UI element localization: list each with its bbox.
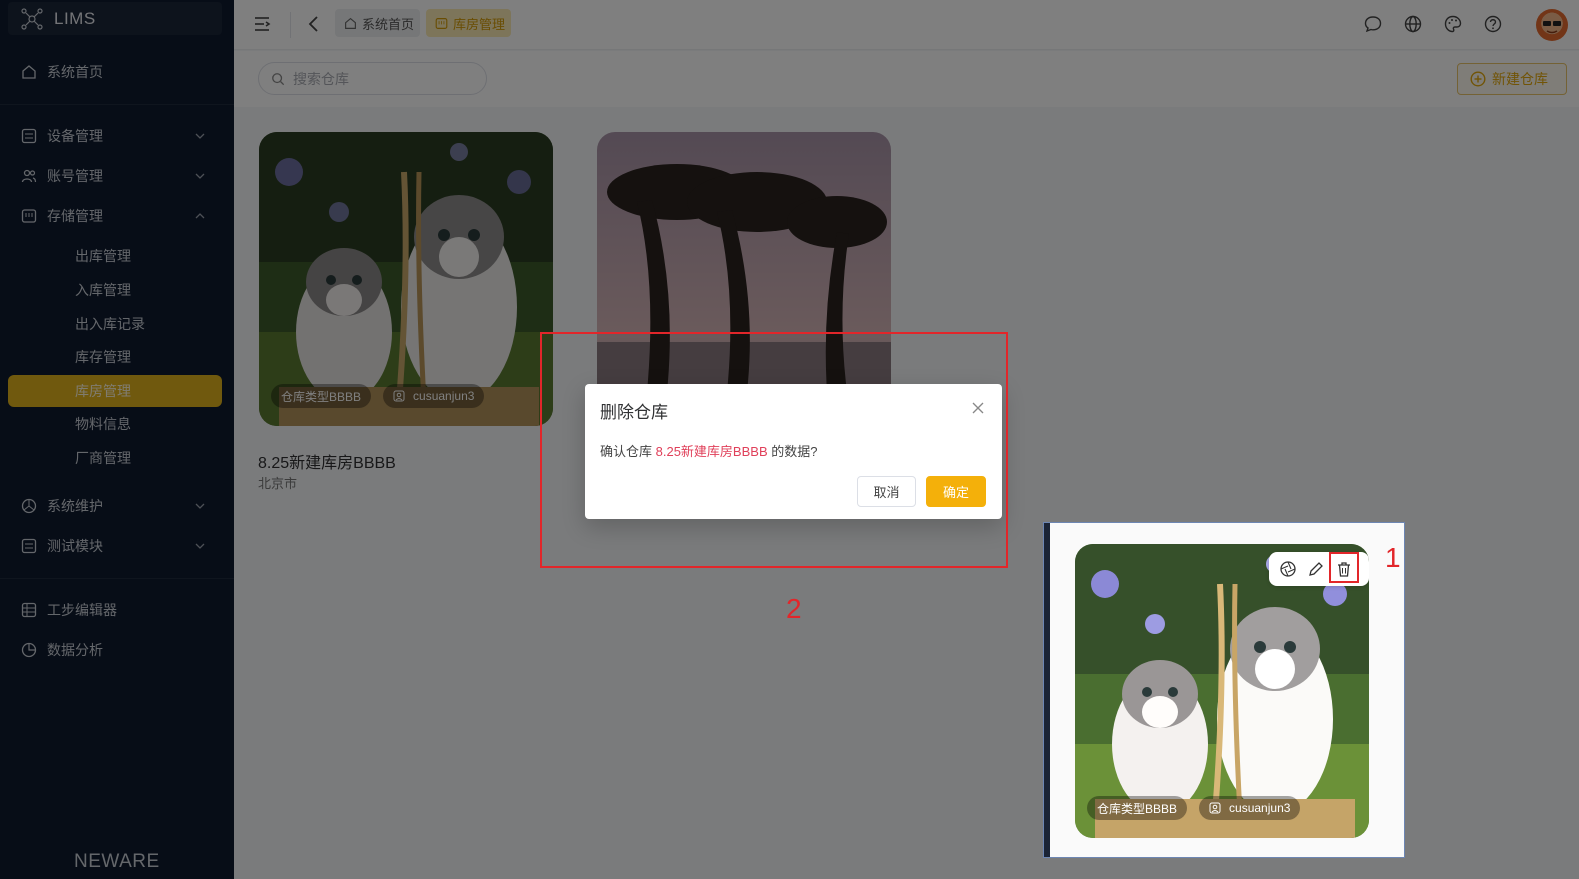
annotation-box-1 bbox=[1329, 552, 1359, 583]
annotation-box-2 bbox=[540, 332, 1008, 568]
inset-card-image[interactable]: 仓库类型BBBB cusuanjun3 bbox=[1075, 544, 1369, 838]
card-action-bar bbox=[1269, 552, 1369, 586]
zoomed-card-inset: 仓库类型BBBB cusuanjun3 bbox=[1043, 522, 1405, 858]
inset-edge bbox=[1044, 523, 1050, 857]
card-tags: 仓库类型BBBB cusuanjun3 bbox=[1075, 796, 1369, 820]
annotation-label-2: 2 bbox=[786, 593, 802, 624]
user-badge-icon bbox=[1209, 802, 1221, 814]
owner-tag: cusuanjun3 bbox=[1199, 796, 1301, 820]
warehouse-type-tag: 仓库类型BBBB bbox=[1087, 796, 1188, 820]
owner-tag-label: cusuanjun3 bbox=[1229, 801, 1291, 815]
kittens-photo bbox=[1075, 544, 1369, 838]
edit-icon[interactable] bbox=[1307, 560, 1325, 578]
aperture-icon[interactable] bbox=[1279, 560, 1297, 578]
annotation-label-1: 1 bbox=[1385, 542, 1401, 573]
